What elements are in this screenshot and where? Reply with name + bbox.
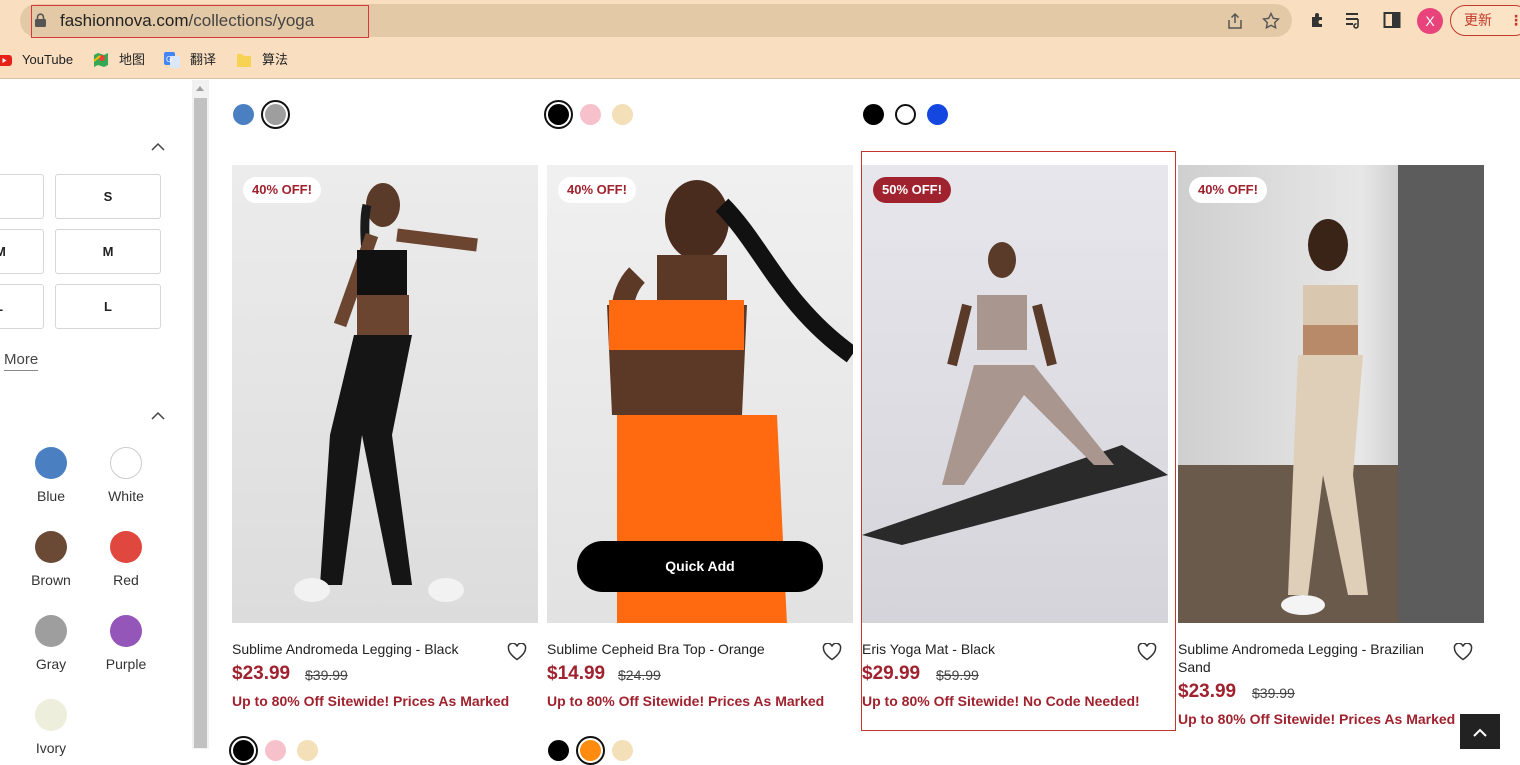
color-label: White [108, 488, 144, 504]
size-option-m-partial[interactable]: M [0, 229, 44, 274]
product-color-dot-selected[interactable] [544, 100, 573, 129]
discount-badge: 40% OFF! [243, 177, 321, 203]
color-swatch-purple[interactable] [110, 615, 142, 647]
focused-product-outline [861, 151, 1176, 731]
product-color-dot[interactable] [927, 104, 948, 125]
filter-sidebar: S M M L L More Blue White Brown Red Gray… [0, 80, 192, 756]
product-color-dot[interactable] [863, 104, 884, 125]
product-name[interactable]: Sublime Cepheid Bra Top - Orange [547, 640, 817, 658]
product-color-dot[interactable] [233, 104, 254, 125]
browser-toolbar: ‹ fashionnova.com/collections/yoga X 更新 ⋮ [0, 0, 1520, 42]
youtube-icon [0, 55, 12, 66]
product-image[interactable]: 40% OFF! Quick Add [547, 165, 853, 623]
color-label: Ivory [35, 740, 67, 756]
product-color-dot[interactable] [580, 104, 601, 125]
heart-icon[interactable] [822, 643, 842, 661]
heart-icon[interactable] [1453, 643, 1473, 661]
bookmark-translate[interactable]: G 翻译 [164, 50, 224, 70]
side-panel-icon[interactable] [1383, 11, 1401, 29]
color-swatch-gray[interactable] [35, 615, 67, 647]
svg-text:G: G [166, 55, 172, 64]
color-label: Gray [35, 656, 67, 672]
extensions-icon[interactable] [1309, 11, 1327, 29]
size-option-l[interactable]: L [55, 284, 161, 329]
reading-list-icon[interactable] [1345, 11, 1363, 29]
share-icon[interactable] [1226, 12, 1244, 30]
product-image[interactable]: 40% OFF! [232, 165, 538, 623]
translate-icon: G [164, 52, 180, 68]
discount-badge: 40% OFF! [558, 177, 636, 203]
bookmark-maps[interactable]: 地图 [93, 50, 153, 70]
heart-icon[interactable] [507, 643, 527, 661]
folder-icon [237, 54, 251, 67]
bookmark-youtube[interactable]: YouTube [0, 50, 80, 70]
product-image[interactable]: 40% OFF! [1178, 165, 1484, 623]
url-domain: fashionnova.com [60, 11, 189, 30]
model-sand-legging-image [1178, 165, 1484, 623]
size-option-s[interactable]: S [55, 174, 161, 219]
product-color-dot-selected[interactable] [261, 100, 290, 129]
bookmark-label: 算法 [262, 52, 289, 67]
profile-avatar[interactable]: X [1417, 8, 1443, 34]
product-color-dot[interactable] [895, 104, 916, 125]
bookmark-label: 翻译 [190, 52, 217, 67]
more-sizes-link[interactable]: More [4, 351, 39, 371]
product-color-dot-selected[interactable] [229, 736, 258, 765]
menu-icon[interactable]: ⋮ [1509, 6, 1520, 34]
color-label: Red [113, 572, 139, 588]
back-icon[interactable]: ‹ [0, 10, 10, 30]
quick-add-button[interactable]: Quick Add [577, 541, 823, 592]
product-promo: Up to 80% Off Sitewide! Prices As Marked [232, 693, 510, 709]
product-promo: Up to 80% Off Sitewide! Prices As Marked [1178, 711, 1456, 727]
product-name[interactable]: Sublime Andromeda Legging - Brazilian Sa… [1178, 640, 1448, 676]
url-path: /collections/yoga [188, 11, 315, 30]
color-swatch-blue[interactable] [35, 447, 67, 479]
color-swatch-brown[interactable] [35, 531, 67, 563]
bookmark-label: 地图 [119, 52, 146, 67]
scroll-thumb[interactable] [194, 98, 207, 748]
size-option-partial[interactable] [0, 174, 44, 219]
chevron-up-icon[interactable] [151, 142, 165, 151]
product-color-dot[interactable] [612, 740, 633, 761]
update-button[interactable]: 更新 ⋮ [1450, 5, 1520, 36]
address-bar[interactable]: fashionnova.com/collections/yoga [20, 4, 1292, 38]
bookmark-label: YouTube [22, 52, 74, 67]
chevron-up-icon [1473, 728, 1487, 737]
product-color-dot[interactable] [265, 740, 286, 761]
product-color-dot[interactable] [297, 740, 318, 761]
product-color-dot[interactable] [612, 104, 633, 125]
product-color-dot-selected[interactable] [576, 736, 605, 765]
color-label: Purple [105, 656, 147, 672]
bookmark-algorithm[interactable]: 算法 [236, 50, 296, 70]
update-label: 更新 [1464, 12, 1492, 28]
size-option-l-partial[interactable]: L [0, 284, 44, 329]
chevron-up-icon[interactable] [151, 411, 165, 420]
product-color-dot[interactable] [548, 740, 569, 761]
color-swatch-red[interactable] [110, 531, 142, 563]
color-swatch-ivory[interactable] [35, 699, 67, 731]
product-original-price: $39.99 [305, 667, 348, 683]
product-promo: Up to 80% Off Sitewide! Prices As Marked [547, 693, 825, 709]
product-price: $23.99 [1178, 681, 1237, 702]
bookmark-star-icon[interactable] [1262, 12, 1280, 30]
bookmarks-bar: YouTube 地图 G 翻译 算法 [0, 42, 1520, 79]
product-price: $14.99 [547, 663, 606, 684]
product-price: $23.99 [232, 663, 291, 684]
scroll-up-arrow-icon[interactable] [196, 86, 204, 91]
product-original-price: $39.99 [1252, 685, 1295, 701]
scroll-to-top-button[interactable] [1460, 714, 1500, 749]
color-label: Blue [36, 488, 66, 504]
size-option-m[interactable]: M [55, 229, 161, 274]
url-text[interactable]: fashionnova.com/collections/yoga [60, 11, 314, 31]
product-name[interactable]: Sublime Andromeda Legging - Black [232, 640, 502, 658]
color-swatch-white[interactable] [110, 447, 142, 479]
sidebar-scrollbar[interactable] [192, 80, 209, 749]
model-black-legging-image [294, 183, 478, 602]
discount-badge: 40% OFF! [1189, 177, 1267, 203]
color-label: Brown [31, 572, 71, 588]
product-original-price: $24.99 [618, 667, 661, 683]
maps-icon [93, 53, 108, 67]
